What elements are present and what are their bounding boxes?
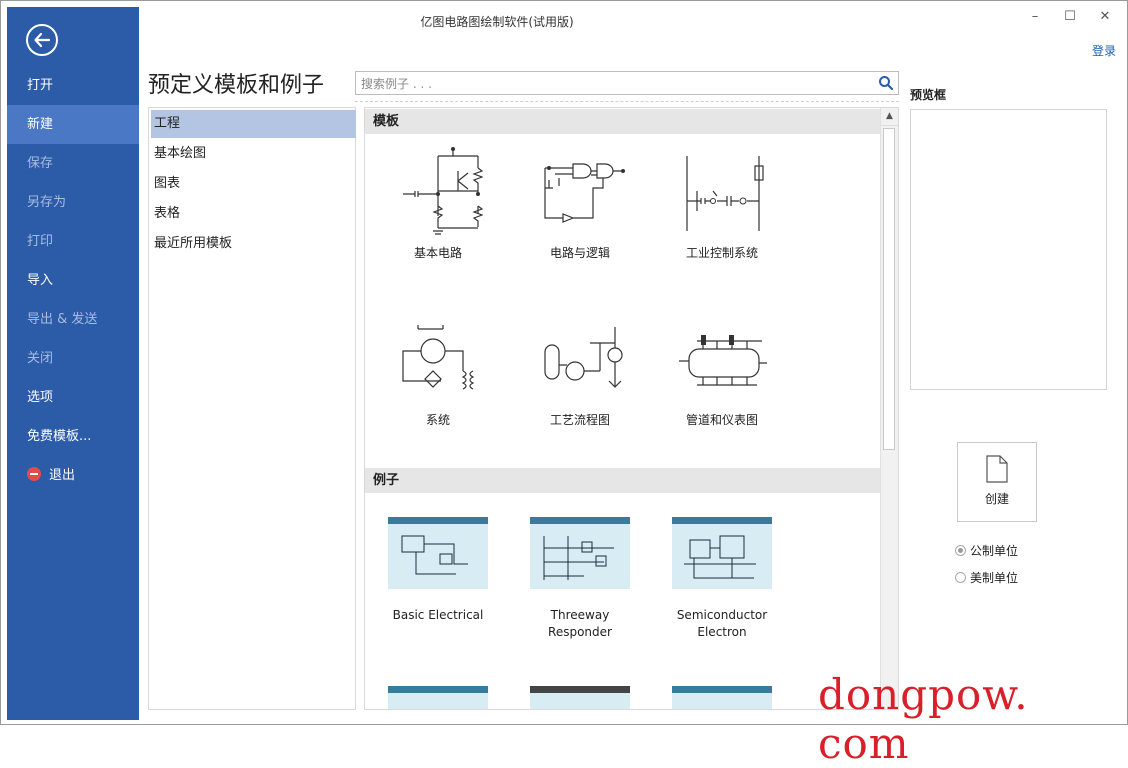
nav-open[interactable]: 打开 — [7, 66, 139, 105]
example-threeway-responder[interactable]: Threeway Responder — [515, 517, 645, 641]
nav-import[interactable]: 导入 — [7, 261, 139, 300]
nav-save[interactable]: 保存 — [7, 144, 139, 183]
example-thumbnail[interactable] — [672, 686, 772, 709]
window-title: 亿图电路图绘制软件(试用版) — [420, 15, 574, 29]
nav-label: 关闭 — [27, 351, 54, 366]
category-basic-drawing[interactable]: 基本绘图 — [151, 140, 356, 168]
templates-header: 模板 — [365, 109, 882, 134]
example-thumbnail — [672, 517, 772, 589]
back-arrow-icon — [34, 32, 51, 48]
circuit-logic-icon — [544, 163, 625, 223]
nav-label: 退出 — [49, 468, 76, 483]
backstage-sidebar: 打开 新建 保存 另存为 打印 导入 导出 & 发送 关闭 选项 免费模板...… — [7, 7, 139, 720]
example-label: Basic Electrical — [392, 608, 484, 622]
template-label: 电路与逻辑 — [549, 246, 610, 260]
radio-dot — [955, 572, 966, 583]
category-engineering[interactable]: 工程 — [151, 110, 356, 138]
radio-metric-units[interactable]: 公制单位 — [955, 542, 1018, 559]
template-label: 工艺流程图 — [549, 413, 610, 427]
radio-dot — [955, 545, 966, 556]
system-icon — [402, 325, 475, 390]
template-circuit-logic[interactable]: 电路与逻辑 — [515, 146, 645, 262]
process-flow-icon — [544, 327, 623, 388]
template-label: 工业控制系统 — [685, 246, 758, 260]
nav-label: 保存 — [27, 156, 54, 171]
template-label: 基本电路 — [413, 246, 462, 260]
examples-header: 例子 — [365, 468, 882, 493]
nav-label: 新建 — [27, 117, 54, 132]
nav-label: 免费模板... — [27, 429, 92, 444]
example-thumbnail — [388, 517, 488, 589]
example-thumbnail[interactable] — [388, 686, 488, 709]
preview-label: 预览框 — [910, 88, 947, 102]
nav-label: 导入 — [27, 273, 54, 288]
nav-options[interactable]: 选项 — [7, 378, 139, 417]
template-basic-circuit[interactable]: 基本电路 — [373, 146, 503, 262]
template-label: 管道和仪表图 — [685, 413, 758, 427]
piping-instrument-icon — [679, 335, 767, 386]
exit-icon — [27, 467, 41, 481]
template-system[interactable]: 系统 — [373, 313, 503, 429]
search-icon[interactable] — [878, 75, 894, 91]
maximize-button[interactable]: ☐ — [1060, 7, 1080, 27]
example-label: Semiconductor Electron — [676, 608, 768, 639]
nav-label: 另存为 — [27, 195, 67, 210]
page-title: 预定义模板和例子 — [148, 73, 325, 98]
template-gallery: 模板 基本电路 电路与逻辑 工业控制系统 系统 工艺流程图 管道和仪表图 例子 … — [364, 107, 899, 710]
nav-exit[interactable]: 退出 — [7, 456, 139, 495]
vertical-scrollbar[interactable]: ▲ — [880, 108, 898, 709]
preview-box — [910, 109, 1107, 390]
nav-label: 导出 & 发送 — [27, 312, 98, 327]
nav-new[interactable]: 新建 — [7, 105, 139, 144]
search-box — [355, 71, 899, 95]
watermark: dongpow. com — [818, 670, 1029, 768]
radio-label: 公制单位 — [970, 544, 1019, 558]
nav-label: 打开 — [27, 78, 54, 93]
search-input[interactable] — [359, 74, 863, 94]
create-button[interactable]: 创建 — [957, 442, 1037, 522]
template-industrial-control[interactable]: 工业控制系统 — [657, 146, 787, 262]
radio-label: 美制单位 — [970, 571, 1019, 585]
category-recent-templates[interactable]: 最近所用模板 — [151, 230, 356, 258]
example-label: Threeway Responder — [548, 608, 612, 639]
app-window: 打开 新建 保存 另存为 打印 导入 导出 & 发送 关闭 选项 免费模板...… — [0, 0, 1128, 725]
nav-save-as[interactable]: 另存为 — [7, 183, 139, 222]
create-label: 创建 — [984, 492, 1009, 506]
basic-circuit-icon — [403, 147, 483, 235]
category-panel: 工程 基本绘图 图表 表格 最近所用模板 — [148, 107, 356, 710]
category-charts[interactable]: 图表 — [151, 170, 356, 198]
scroll-up-button[interactable]: ▲ — [881, 108, 898, 126]
example-basic-electrical[interactable]: Basic Electrical — [373, 517, 503, 624]
new-document-icon — [986, 455, 1008, 483]
template-process-flow[interactable]: 工艺流程图 — [515, 313, 645, 429]
nav-free-templates[interactable]: 免费模板... — [7, 417, 139, 456]
template-label: 系统 — [425, 413, 450, 427]
minimize-button[interactable]: – — [1025, 7, 1045, 27]
nav-export-send[interactable]: 导出 & 发送 — [7, 300, 139, 339]
close-button[interactable]: ✕ — [1095, 7, 1115, 27]
nav-print[interactable]: 打印 — [7, 222, 139, 261]
category-tables[interactable]: 表格 — [151, 200, 356, 228]
industrial-control-icon — [686, 156, 764, 231]
divider — [355, 101, 899, 102]
nav-label: 选项 — [27, 390, 54, 405]
example-thumbnail[interactable] — [530, 686, 630, 709]
example-semiconductor-electron[interactable]: Semiconductor Electron — [657, 517, 787, 641]
example-thumbnail — [530, 517, 630, 589]
login-link[interactable]: 登录 — [1092, 42, 1116, 59]
template-piping-instrument[interactable]: 管道和仪表图 — [657, 313, 787, 429]
nav-label: 打印 — [27, 234, 54, 249]
radio-us-units[interactable]: 美制单位 — [955, 569, 1018, 586]
nav-close[interactable]: 关闭 — [7, 339, 139, 378]
scrollbar-thumb[interactable] — [883, 128, 895, 450]
